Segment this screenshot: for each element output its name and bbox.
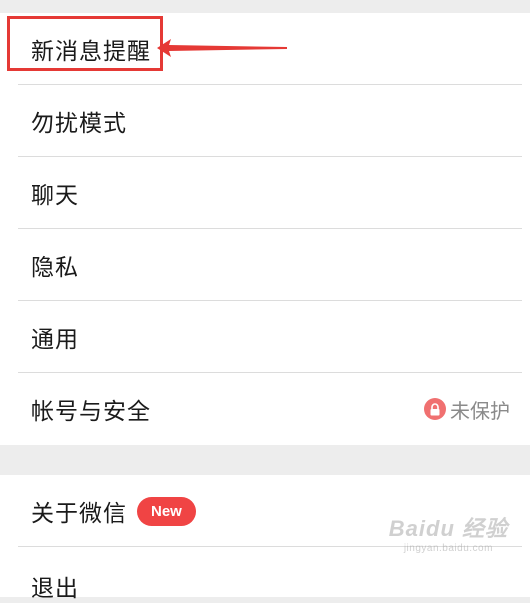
- settings-item-privacy[interactable]: 隐私: [0, 229, 530, 301]
- new-badge: New: [137, 496, 196, 526]
- settings-item-label: 关于微信: [31, 501, 127, 527]
- settings-item-label: 新消息提醒: [31, 39, 151, 65]
- settings-group-main: 新消息提醒 勿扰模式 聊天 隐私 通用 帐号与安全 未保护: [0, 13, 530, 445]
- security-status-text: 未保护: [450, 398, 510, 423]
- settings-item-about-wechat[interactable]: 关于微信 New: [0, 475, 530, 547]
- section-gap: [0, 445, 530, 475]
- lock-icon: [424, 398, 446, 420]
- top-gap: [0, 0, 530, 13]
- security-status: 未保护: [424, 373, 510, 445]
- settings-item-label: 帐号与安全: [31, 399, 151, 425]
- settings-item-label: 聊天: [31, 183, 79, 209]
- settings-item-chat[interactable]: 聊天: [0, 157, 530, 229]
- settings-item-do-not-disturb[interactable]: 勿扰模式: [0, 85, 530, 157]
- settings-item-label: 勿扰模式: [31, 111, 127, 137]
- settings-item-label: 通用: [31, 327, 79, 353]
- settings-item-label: 退出: [31, 576, 79, 602]
- settings-item-new-message-notifications[interactable]: 新消息提醒: [0, 13, 530, 85]
- settings-group-about: 关于微信 New 退出: [0, 475, 530, 602]
- settings-item-label: 隐私: [31, 255, 79, 281]
- settings-item-account-security[interactable]: 帐号与安全 未保护: [0, 373, 530, 445]
- settings-item-general[interactable]: 通用: [0, 301, 530, 373]
- settings-item-logout[interactable]: 退出: [0, 547, 530, 602]
